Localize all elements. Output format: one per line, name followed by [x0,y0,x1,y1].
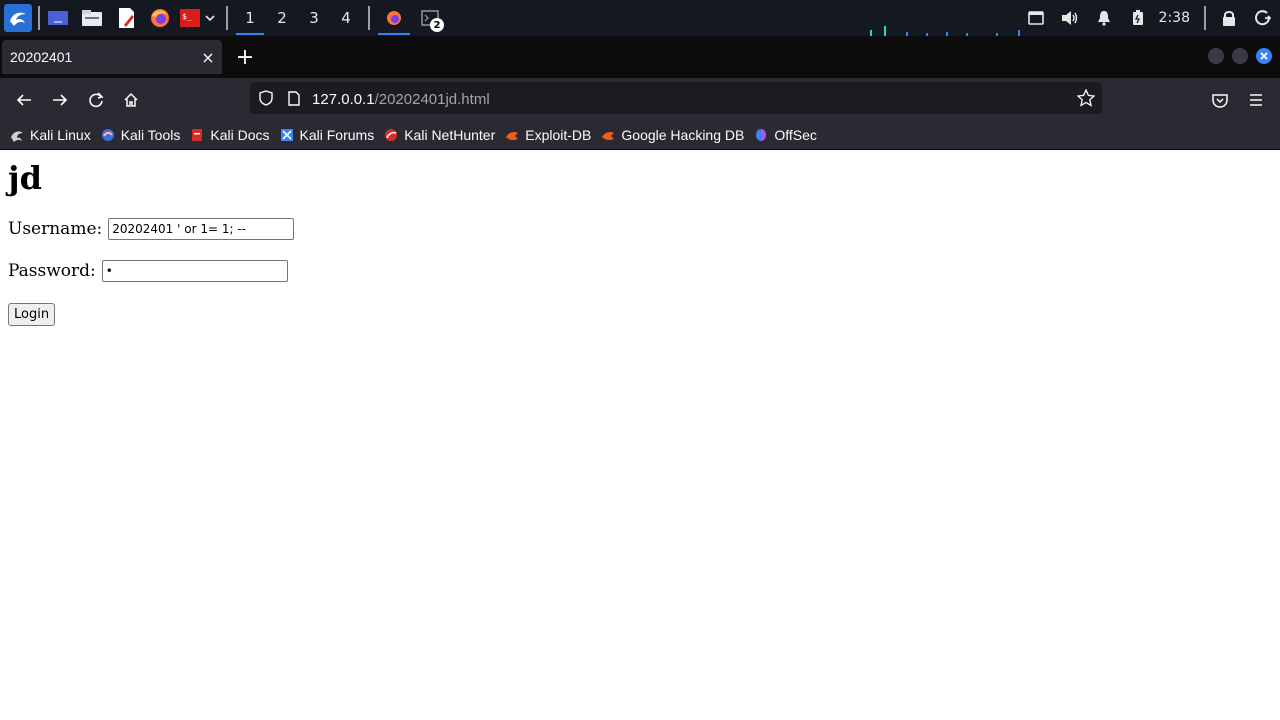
bookmarks-toolbar: Kali Linux Kali Tools Kali Docs Kali For… [0,120,1280,150]
panel-separator [1204,6,1206,30]
url-host: 127.0.0.1 [312,90,375,108]
forward-button[interactable] [46,86,74,114]
taskbar-terminal-window[interactable]: 2 [412,0,448,36]
lock-screen-icon[interactable] [1212,0,1246,36]
maximize-button[interactable] [1232,48,1248,64]
bookmark-google-hacking-db[interactable]: Google Hacking DB [601,127,744,143]
panel-clock[interactable]: 2:38 [1155,10,1198,26]
password-row: Password: [8,260,288,282]
kali-dragon-icon [10,128,24,142]
panel-separator [226,6,228,30]
ghdb-icon [601,128,615,142]
workspace-label: 2 [277,9,287,27]
power-logout-icon[interactable] [1246,0,1280,36]
bookmark-exploit-db[interactable]: Exploit-DB [505,127,591,143]
password-input[interactable] [101,260,288,282]
workspace-4[interactable]: 4 [330,0,362,36]
tab-title: 20202401 [10,49,73,65]
workspace-1[interactable]: 1 [234,0,266,36]
screenshot-icon[interactable] [1019,0,1053,36]
volume-icon[interactable] [1053,0,1087,36]
home-button[interactable] [117,86,145,114]
workspace-label: 3 [309,9,319,27]
password-label: Password: [8,261,96,281]
firefox-icon [387,11,401,25]
pocket-icon [1212,93,1228,108]
show-desktop-icon[interactable] [46,6,70,30]
bookmark-kali-docs[interactable]: Kali Docs [190,126,270,143]
bookmark-label: Kali NetHunter [404,126,496,143]
svg-text:$_: $_ [182,12,192,21]
network-monitor-graph [870,26,1020,36]
navigation-toolbar: 127.0.0.1/20202401jd.html [0,78,1280,120]
workspace-label: 1 [245,9,255,27]
battery-icon[interactable] [1121,0,1155,36]
forward-arrow-icon [53,94,68,106]
bookmark-star-icon[interactable] [1072,84,1100,112]
text-editor-icon[interactable] [114,6,138,30]
system-tray: 2:38 [1019,0,1280,36]
new-tab-button[interactable]: + [232,44,258,70]
workspace-label: 4 [341,9,351,27]
bookmark-kali-nethunter[interactable]: Kali NetHunter [384,127,495,143]
close-icon [1260,52,1268,60]
kali-tools-icon [101,128,115,142]
browser-tab[interactable]: 20202401 × [2,40,222,74]
browser-tab-strip: 20202401 × [0,36,1280,78]
nethunter-icon [384,128,398,142]
workspace-3[interactable]: 3 [298,0,330,36]
back-arrow-icon [16,94,31,106]
bookmark-label: OffSec [774,126,817,143]
bookmark-label: Kali Linux [30,126,91,143]
minimize-button[interactable] [1208,48,1224,64]
url-path: /20202401jd.html [374,90,490,108]
bookmark-offsec[interactable]: OffSec [754,127,817,143]
terminal-launcher-icon[interactable]: $_ [178,6,202,30]
hamburger-menu-icon [1250,94,1262,106]
kali-docs-icon [190,128,204,142]
window-controls [1208,48,1272,64]
bookmark-label: Google Hacking DB [621,126,745,143]
username-row: Username: [8,218,295,240]
notifications-bell-icon[interactable] [1087,0,1121,36]
exploit-db-icon [505,128,519,142]
window-count-badge: 2 [430,18,444,32]
bookmark-kali-forums[interactable]: Kali Forums [280,126,375,143]
reload-icon [89,92,104,108]
bookmark-label: Kali Docs [210,126,270,143]
launcher-dropdown-icon[interactable] [202,6,218,30]
bookmark-kali-tools[interactable]: Kali Tools [101,126,181,143]
bookmark-label: Exploit-DB [525,126,592,143]
username-input[interactable] [108,218,295,240]
home-icon [124,92,138,107]
bookmark-kali-linux[interactable]: Kali Linux [10,127,91,143]
panel-separator [368,6,370,30]
offsec-icon [754,128,768,142]
panel-separator [38,6,40,30]
system-panel: $_ 1 2 3 4 2 2:38 [0,0,1280,36]
kali-forums-icon [280,128,294,142]
close-window-button[interactable] [1256,48,1272,64]
workspace-2[interactable]: 2 [266,0,298,36]
page-heading: jd [8,159,42,197]
reload-button[interactable] [82,86,110,114]
url-bar[interactable]: 127.0.0.1/20202401jd.html [250,82,1102,114]
pocket-button[interactable] [1206,86,1234,114]
bookmark-label: Kali Tools [120,126,181,143]
page-info-icon[interactable] [280,84,308,112]
kali-menu-icon[interactable] [4,4,32,32]
tracking-protection-shield-icon[interactable] [252,84,280,112]
page-content: jd Username: Password: Login [0,151,1280,720]
app-menu-button[interactable] [1242,86,1270,114]
tab-close-icon[interactable]: × [194,43,222,71]
firefox-launcher-icon[interactable] [148,6,172,30]
taskbar-firefox-window[interactable] [376,0,412,36]
username-label: Username: [8,219,103,239]
file-manager-icon[interactable] [80,6,104,30]
bookmark-label: Kali Forums [299,126,375,143]
login-button[interactable]: Login [8,303,56,326]
back-button[interactable] [10,86,38,114]
